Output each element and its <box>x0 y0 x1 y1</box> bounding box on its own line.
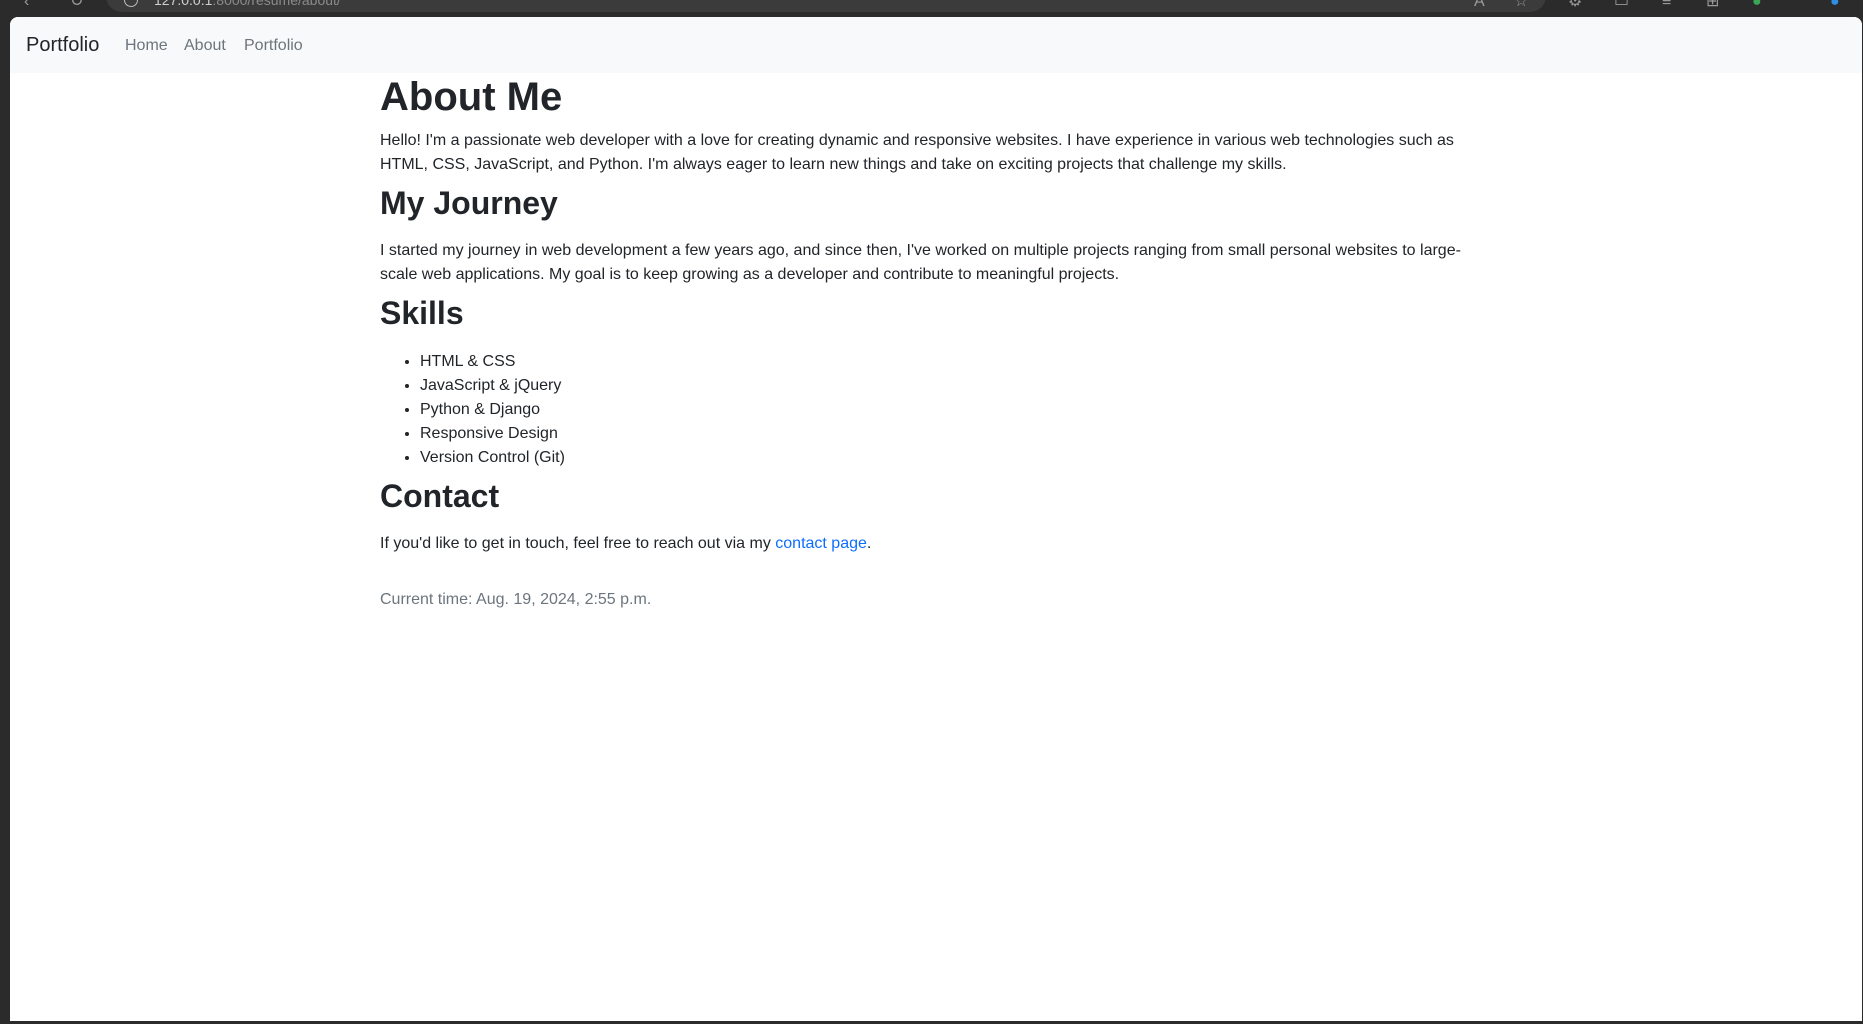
extensions-icon[interactable]: ⚙ <box>1568 0 1582 10</box>
navbar: Portfolio Home About Portfolio <box>10 17 1862 73</box>
about-heading: About Me <box>380 75 563 119</box>
navbar-brand[interactable]: Portfolio <box>26 33 99 57</box>
read-aloud-icon[interactable]: A <box>1474 0 1485 10</box>
skills-heading: Skills <box>380 295 464 331</box>
collections-icon[interactable]: ⊞ <box>1706 0 1719 10</box>
contact-text: If you'd like to get in touch, feel free… <box>380 532 1490 556</box>
favorite-icon[interactable]: ☆ <box>1514 0 1528 10</box>
skill-item: JavaScript & jQuery <box>420 374 565 398</box>
back-icon[interactable]: ‹ <box>24 0 29 10</box>
browser-essentials-icon[interactable]: ● <box>1752 0 1762 10</box>
contact-text-after: . <box>866 535 872 552</box>
journey-heading: My Journey <box>380 185 558 221</box>
journey-text: I started my journey in web development … <box>380 242 1461 283</box>
contact-heading: Contact <box>380 478 500 514</box>
favorites-list-icon[interactable]: ≡ <box>1662 0 1671 10</box>
nav-link-portfolio[interactable]: Portfolio <box>244 36 303 56</box>
address-text: 127.0.0.1:8000/resume/about/ <box>154 0 341 8</box>
current-time: Current time: Aug. 19, 2024, 2:55 p.m. <box>380 591 652 608</box>
refresh-icon[interactable]: ↻ <box>70 0 83 10</box>
copilot-icon[interactable]: ● <box>1830 0 1840 10</box>
skill-item: Responsive Design <box>420 422 565 446</box>
nav-link-about[interactable]: About <box>184 36 226 56</box>
split-screen-icon[interactable]: ▭ <box>1614 0 1629 10</box>
skill-item: HTML & CSS <box>420 350 565 374</box>
url-path: :8000/resume/about/ <box>212 0 341 8</box>
about-text: Hello! I'm a passionate web developer wi… <box>380 132 1454 173</box>
browser-toolbar: ‹ ↻ 127.0.0.1:8000/resume/about/ A ☆ ⚙ ▭… <box>0 0 1863 16</box>
address-bar[interactable]: 127.0.0.1:8000/resume/about/ <box>106 0 1546 12</box>
contact-text-before: If you'd like to get in touch, feel free… <box>380 535 776 552</box>
contact-page-link[interactable]: contact page <box>775 535 867 552</box>
skill-item: Version Control (Git) <box>420 446 565 470</box>
page-viewport: Portfolio Home About Portfolio About Me … <box>10 17 1862 1021</box>
url-host: 127.0.0.1 <box>154 0 213 8</box>
skills-list: HTML & CSS JavaScript & jQuery Python & … <box>380 350 565 470</box>
nav-link-home[interactable]: Home <box>125 36 168 56</box>
site-info-icon[interactable] <box>124 0 138 7</box>
skill-item: Python & Django <box>420 398 565 422</box>
